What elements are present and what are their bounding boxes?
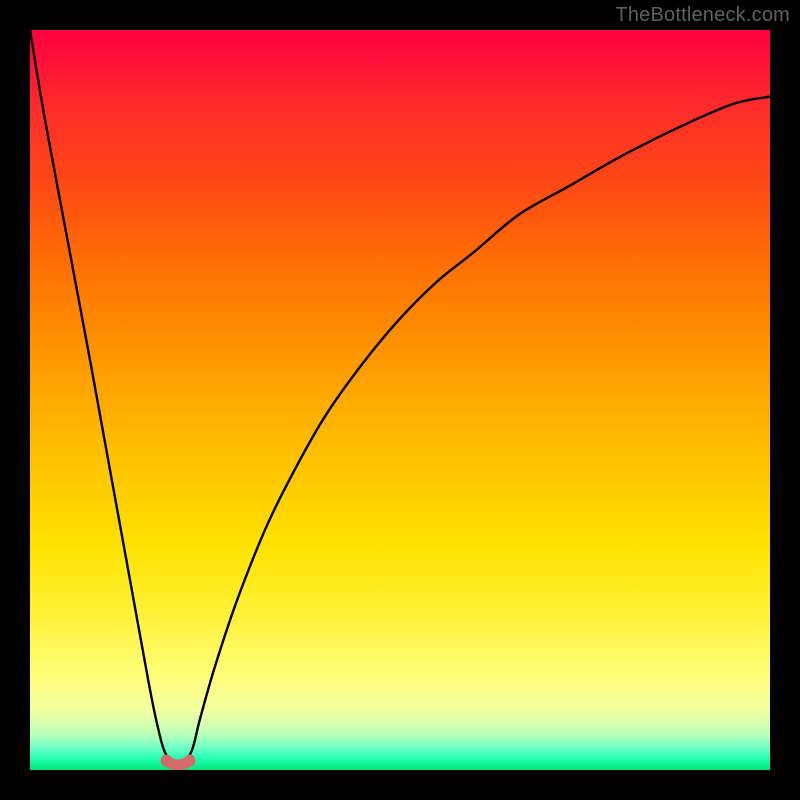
watermark-text: TheBottleneck.com — [615, 4, 790, 27]
plot-area — [30, 30, 770, 770]
bottleneck-curve-path — [30, 30, 770, 770]
chart-svg — [30, 30, 770, 770]
min-marker — [166, 760, 190, 765]
